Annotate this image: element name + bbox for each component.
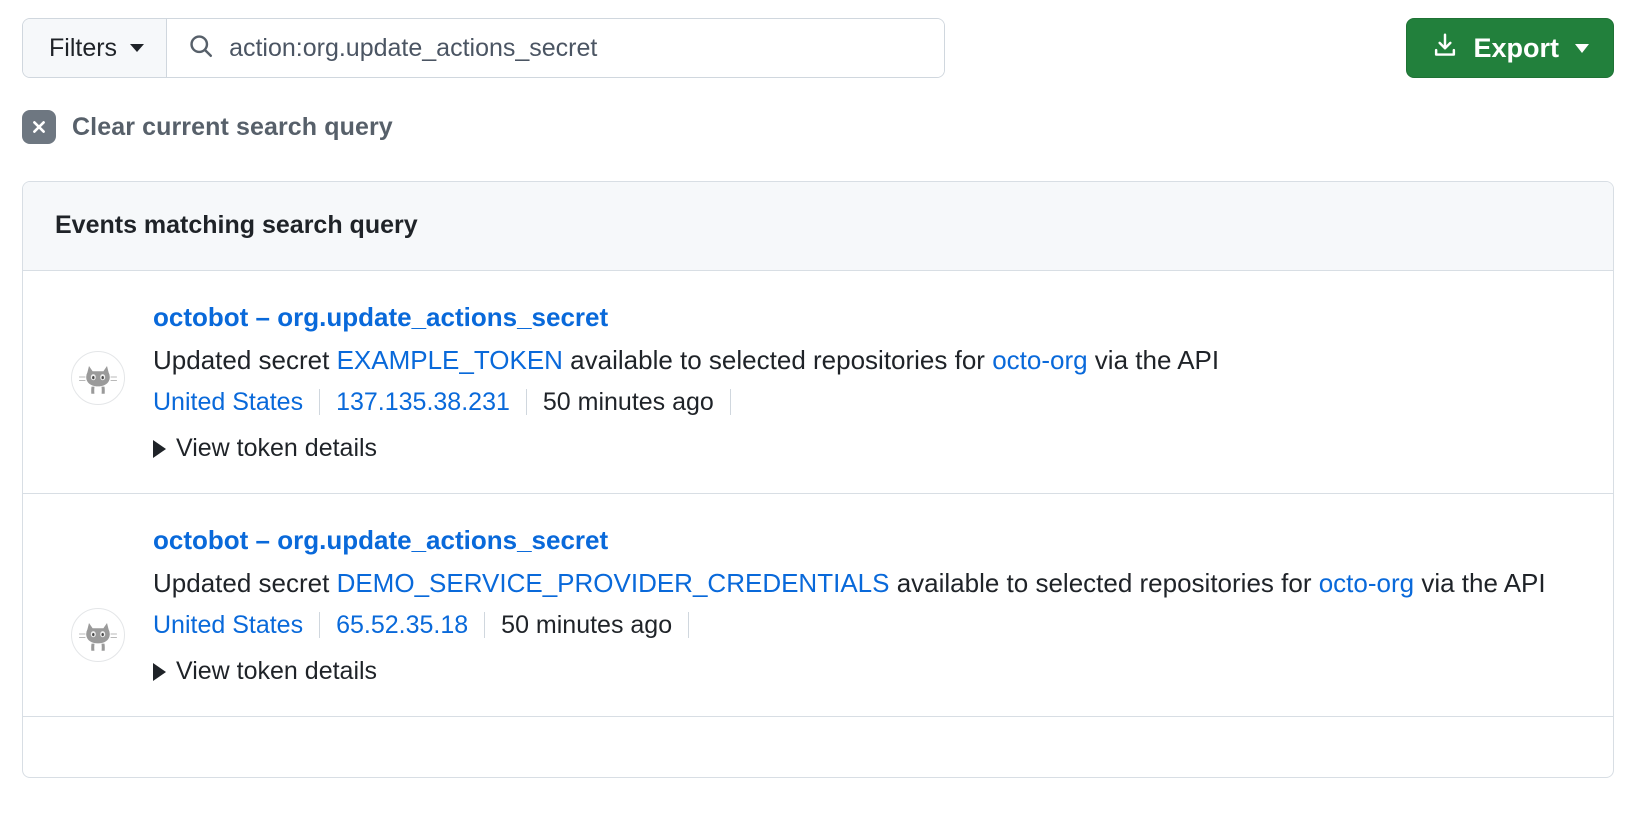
filters-button-label: Filters — [49, 33, 118, 62]
actor-link[interactable]: octobot — [153, 525, 248, 555]
meta-separator — [525, 389, 527, 416]
audit-log-entry: octobot – org.update_actions_secret Upda… — [23, 271, 1613, 495]
description-suffix: via the API — [1414, 568, 1546, 599]
close-circle-icon — [22, 110, 56, 144]
ip-address-link[interactable]: 65.52.35.18 — [336, 605, 468, 645]
card-header-title: Events matching search query — [55, 211, 418, 239]
meta-separator — [729, 389, 731, 416]
description-middle: available to selected repositories for — [889, 568, 1319, 599]
octocat-avatar-icon — [78, 623, 118, 652]
search-field-wrapper — [167, 19, 944, 77]
meta-separator — [319, 389, 321, 416]
org-link[interactable]: octo-org — [992, 345, 1087, 375]
title-dash-glyph: – — [255, 525, 271, 556]
audit-log-results-card: Events matching search query octobot – o… — [22, 181, 1614, 779]
audit-log-entry-partial — [23, 717, 1613, 777]
meta-separator — [484, 612, 486, 639]
audit-log-entry-body: octobot – org.update_actions_secret Upda… — [153, 522, 1581, 686]
title-dash — [248, 302, 255, 332]
meta-separator — [319, 612, 321, 639]
org-link[interactable]: octo-org — [1319, 568, 1414, 598]
view-token-details-toggle[interactable]: View token details — [153, 434, 1581, 463]
timestamp: 50 minutes ago — [542, 388, 714, 417]
action-link[interactable]: org.update_actions_secret — [277, 525, 608, 555]
chevron-down-icon — [130, 44, 145, 52]
timestamp: 50 minutes ago — [501, 611, 673, 640]
search-input[interactable] — [229, 33, 926, 63]
triangle-right-icon — [153, 662, 166, 681]
search-bar: Filters — [22, 18, 945, 78]
action-link[interactable]: org.update_actions_secret — [277, 302, 608, 332]
secret-name-link[interactable]: EXAMPLE_TOKEN — [337, 345, 563, 375]
ip-address-link[interactable]: 137.135.38.231 — [336, 382, 510, 422]
audit-log-entry-meta: United States 137.135.38.231 50 minutes … — [153, 382, 1581, 422]
view-token-details-label: View token details — [176, 434, 378, 463]
avatar — [71, 608, 125, 663]
view-token-details-label: View token details — [176, 657, 378, 686]
export-button-label: Export — [1473, 32, 1559, 63]
card-header: Events matching search query — [23, 182, 1613, 271]
search-icon — [187, 32, 215, 65]
export-button[interactable]: Export — [1406, 18, 1614, 78]
avatar — [71, 351, 125, 405]
description-suffix: via the API — [1087, 344, 1220, 375]
title-dash-glyph: – — [255, 302, 271, 332]
country-link[interactable]: United States — [153, 382, 303, 422]
audit-log-entry-title: octobot – org.update_actions_secret — [153, 522, 1581, 559]
description-prefix: Updated secret — [153, 344, 337, 375]
clear-search-query-button[interactable]: Clear current search query — [22, 110, 393, 144]
audit-log-entry-meta: United States 65.52.35.18 50 minutes ago — [153, 605, 1581, 645]
audit-log-entry-body: octobot – org.update_actions_secret Upda… — [153, 299, 1581, 463]
triangle-right-icon — [153, 439, 166, 458]
view-token-details-toggle[interactable]: View token details — [153, 657, 1581, 686]
audit-log-entry-title: octobot – org.update_actions_secret — [153, 299, 1581, 336]
audit-log-entry-description: Updated secret DEMO_SERVICE_PROVIDER_CRE… — [153, 563, 1581, 603]
description-middle: available to selected repositories for — [562, 344, 993, 375]
country-link[interactable]: United States — [153, 605, 303, 645]
title-dash-space — [248, 525, 255, 555]
description-prefix: Updated secret — [153, 568, 337, 599]
audit-log-entry: octobot – org.update_actions_secret Upda… — [23, 494, 1613, 718]
secret-name-link[interactable]: DEMO_SERVICE_PROVIDER_CREDENTIALS — [337, 568, 890, 598]
chevron-down-icon — [1575, 43, 1589, 53]
download-icon — [1431, 31, 1459, 66]
octocat-avatar-icon — [78, 366, 118, 394]
audit-log-entry-description: Updated secret EXAMPLE_TOKEN available t… — [153, 340, 1581, 380]
clear-search-query-label: Clear current search query — [72, 112, 393, 141]
meta-separator — [688, 612, 690, 639]
actor-link[interactable]: octobot — [153, 302, 248, 332]
audit-log-toolbar: Filters Export — [0, 0, 1636, 96]
filters-button[interactable]: Filters — [23, 19, 168, 77]
